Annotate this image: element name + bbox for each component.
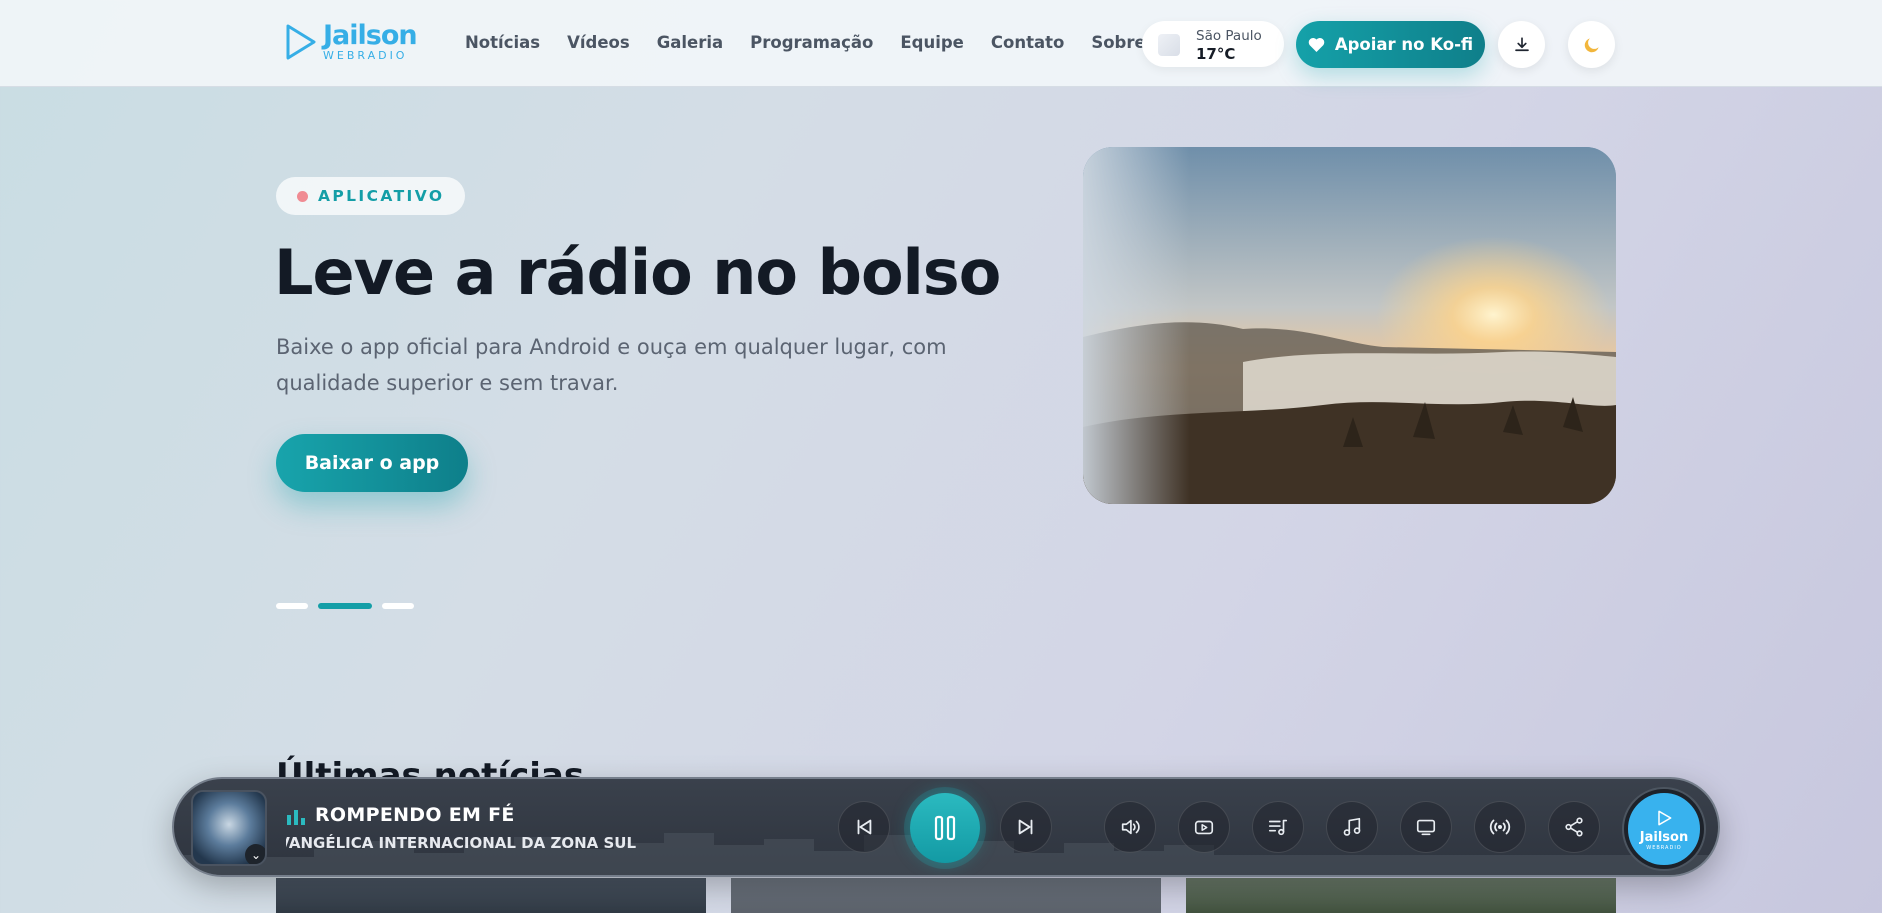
nav-galeria[interactable]: Galeria	[657, 33, 723, 52]
kofi-support-button[interactable]: Apoiar no Ko-fi	[1296, 21, 1485, 68]
nav-equipe[interactable]: Equipe	[900, 33, 964, 52]
nav-programacao[interactable]: Programação	[750, 33, 873, 52]
tv-button[interactable]	[1400, 801, 1452, 853]
badge-dot-icon	[297, 191, 308, 202]
previous-icon	[857, 819, 872, 835]
equalizer-icon	[287, 810, 305, 825]
heart-icon	[1308, 37, 1325, 52]
album-cover[interactable]: ⌄	[191, 790, 267, 866]
player-logo-name: Jailson	[1639, 829, 1689, 845]
tv-icon	[1416, 819, 1436, 836]
pause-icon	[934, 815, 956, 841]
weather-icon	[1158, 34, 1180, 56]
hero-title: Leve a rádio no bolso	[274, 236, 1001, 309]
hero-badge-label: APLICATIVO	[318, 187, 445, 205]
play-logo-icon	[286, 24, 316, 60]
site-logo[interactable]: Jailson WEBRADIO	[283, 20, 418, 62]
download-app-button[interactable]: Baixar o app	[276, 434, 468, 492]
theme-toggle-button[interactable]	[1568, 21, 1615, 68]
audio-player-bar: ⌄ ROMPENDO EM FÉ E EVANGÉLICA INTERNACIO…	[172, 777, 1720, 877]
pause-button[interactable]	[910, 793, 980, 863]
share-button[interactable]	[1548, 801, 1600, 853]
download-button[interactable]	[1498, 21, 1545, 68]
hero-image	[1083, 147, 1616, 504]
music-note-icon	[1343, 817, 1361, 836]
nav-noticias[interactable]: Notícias	[465, 33, 540, 52]
news-card-2[interactable]	[731, 878, 1161, 913]
now-playing-artist: E EVANGÉLICA INTERNACIONAL DA ZONA SUL	[286, 834, 636, 852]
chevron-down-icon[interactable]: ⌄	[245, 844, 265, 864]
nav-contato[interactable]: Contato	[991, 33, 1064, 52]
next-button[interactable]	[1000, 801, 1052, 853]
video-icon	[1194, 820, 1214, 835]
share-icon	[1565, 817, 1583, 837]
moon-icon	[1584, 37, 1599, 52]
main-nav: Notícias Vídeos Galeria Programação Equi…	[465, 33, 1173, 52]
slide-dot-3[interactable]	[382, 603, 414, 609]
nav-videos[interactable]: Vídeos	[567, 33, 630, 52]
next-icon	[1018, 819, 1033, 835]
previous-button[interactable]	[838, 801, 890, 853]
kofi-label: Apoiar no Ko-fi	[1334, 35, 1474, 54]
volume-icon	[1121, 819, 1140, 835]
video-button[interactable]	[1178, 801, 1230, 853]
playlist-icon	[1268, 819, 1288, 836]
slide-dot-2[interactable]	[318, 603, 372, 609]
broadcast-button[interactable]	[1474, 801, 1526, 853]
playlist-button[interactable]	[1252, 801, 1304, 853]
news-card-1[interactable]	[276, 878, 706, 913]
now-playing-title: ROMPENDO EM FÉ	[315, 804, 515, 826]
player-logo-badge[interactable]: Jailson WEBRADIO	[1624, 789, 1704, 869]
top-navigation-bar: Jailson WEBRADIO Notícias Vídeos Galeria…	[0, 0, 1882, 87]
play-logo-icon	[1658, 810, 1672, 825]
weather-city: São Paulo	[1196, 28, 1262, 44]
weather-widget: São Paulo 17°C	[1142, 21, 1284, 67]
hero-subtitle: Baixe o app oficial para Android e ouça …	[276, 335, 947, 395]
slide-dot-1[interactable]	[276, 603, 308, 609]
music-button[interactable]	[1326, 801, 1378, 853]
slide-indicators	[276, 603, 414, 609]
logo-name: Jailson	[323, 20, 418, 51]
artist-marquee: E EVANGÉLICA INTERNACIONAL DA ZONA SUL	[286, 834, 636, 856]
weather-temperature: 17°C	[1196, 45, 1236, 63]
download-icon	[1514, 36, 1529, 51]
player-logo-subtitle: WEBRADIO	[1646, 844, 1682, 851]
nav-sobre[interactable]: Sobre	[1091, 33, 1145, 52]
logo-subtitle: WEBRADIO	[323, 49, 408, 62]
broadcast-icon	[1489, 819, 1511, 835]
hero-badge: APLICATIVO	[276, 177, 466, 215]
volume-button[interactable]	[1104, 801, 1156, 853]
news-card-3[interactable]	[1186, 878, 1616, 913]
